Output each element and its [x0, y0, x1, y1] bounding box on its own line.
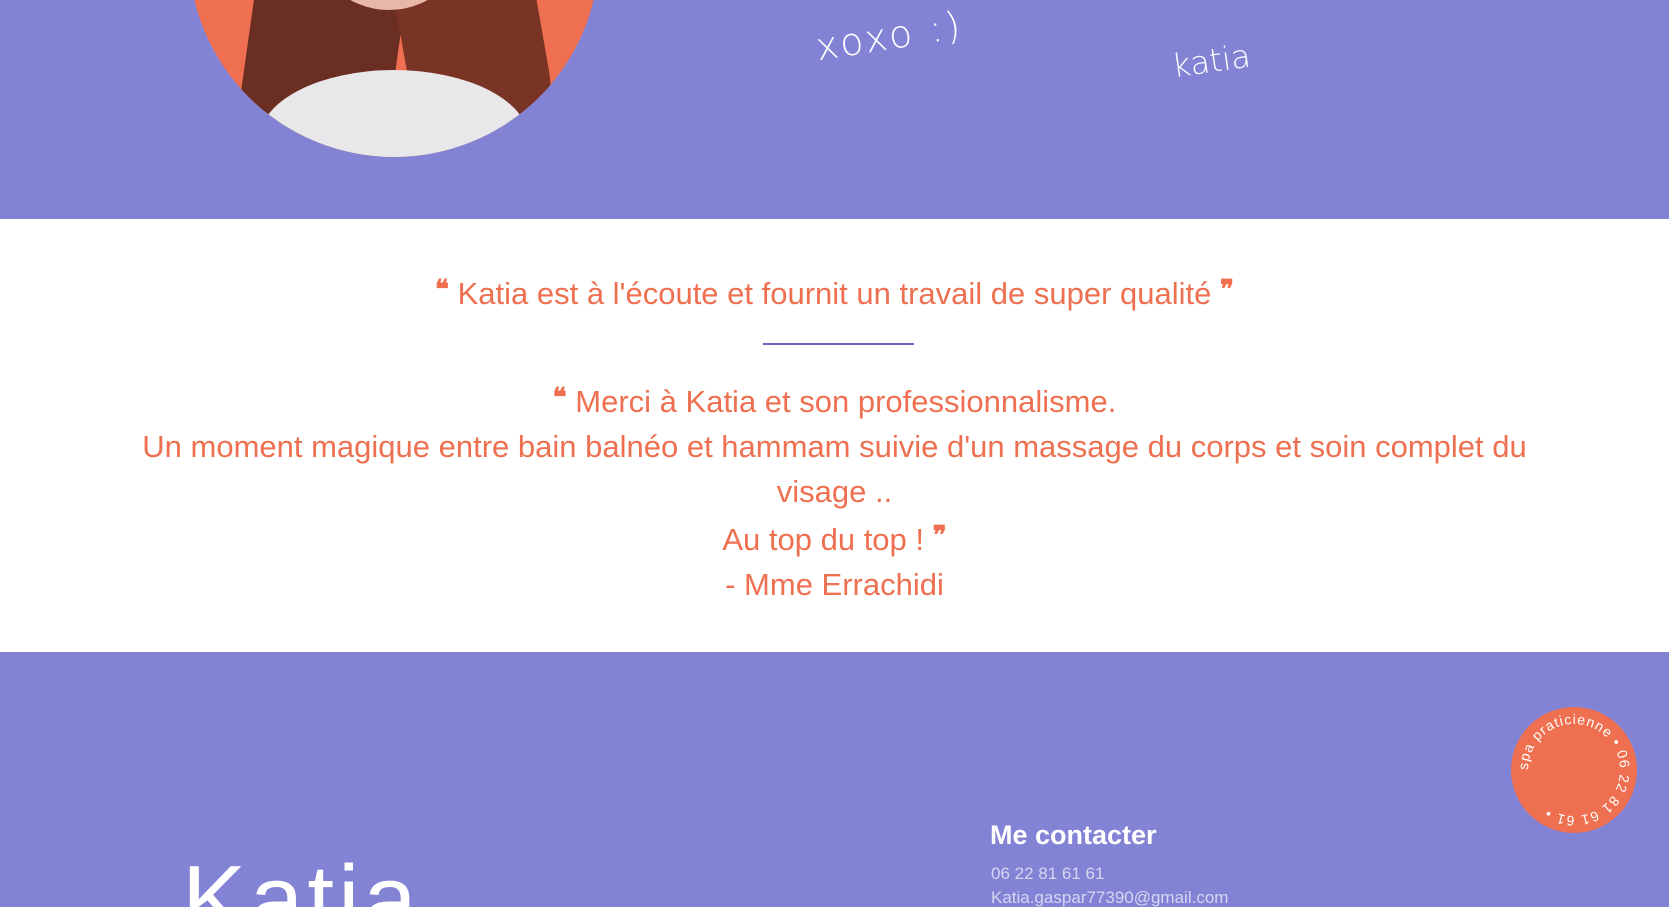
contact-title: Me contacter: [990, 820, 1157, 850]
badge-text: spa praticienne • 06 22 81 61 61 •: [1515, 711, 1632, 829]
testimonial-2-line: ❝ Merci à Katia et son professionnalisme…: [140, 376, 1529, 424]
close-quote-icon: ❞: [932, 521, 947, 551]
testimonial-2-line: Au top du top ! ❞: [140, 514, 1529, 562]
testimonial-1-text: Katia est à l'écoute et fournit un trava…: [457, 276, 1212, 311]
contact-phone-link[interactable]: 06 22 81 61 61: [991, 864, 1104, 884]
testimonials-section: ❝ Katia est à l'écoute et fournit un tra…: [0, 219, 1669, 652]
portrait-photo: [189, 0, 599, 157]
open-quote-icon: ❝: [434, 275, 449, 305]
badge-circular-text: spa praticienne • 06 22 81 61 61 •: [1515, 711, 1633, 829]
hero-band: xoxo :) katia: [0, 0, 1669, 219]
divider: [763, 343, 914, 345]
footer: Katia Me contacter 06 22 81 61 61 Katia.…: [0, 652, 1669, 907]
rotating-badge[interactable]: spa praticienne • 06 22 81 61 61 •: [1511, 707, 1637, 833]
signature-text: katia: [1169, 36, 1253, 86]
close-quote-icon: ❞: [1220, 275, 1235, 305]
testimonial-2-text-1: Merci à Katia et son professionnalisme.: [575, 384, 1117, 419]
testimonial-2-author: - Mme Errachidi: [725, 567, 944, 602]
open-quote-icon: ❝: [552, 383, 567, 413]
contact-email-link[interactable]: Katia.gaspar77390@gmail.com: [991, 888, 1228, 907]
testimonial-2-text-2: Un moment magique entre bain balnéo et h…: [142, 429, 1527, 509]
xoxo-text: xoxo :): [812, 2, 967, 70]
testimonial-1: ❝ Katia est à l'écoute et fournit un tra…: [0, 270, 1669, 314]
footer-brand: Katia: [182, 846, 421, 907]
testimonial-2-text-3: Au top du top !: [722, 522, 925, 557]
svg-text:spa praticienne • 06 22 81 61: spa praticienne • 06 22 81 61 61 •: [1515, 711, 1633, 829]
testimonial-2: ❝ Merci à Katia et son professionnalisme…: [140, 376, 1529, 607]
